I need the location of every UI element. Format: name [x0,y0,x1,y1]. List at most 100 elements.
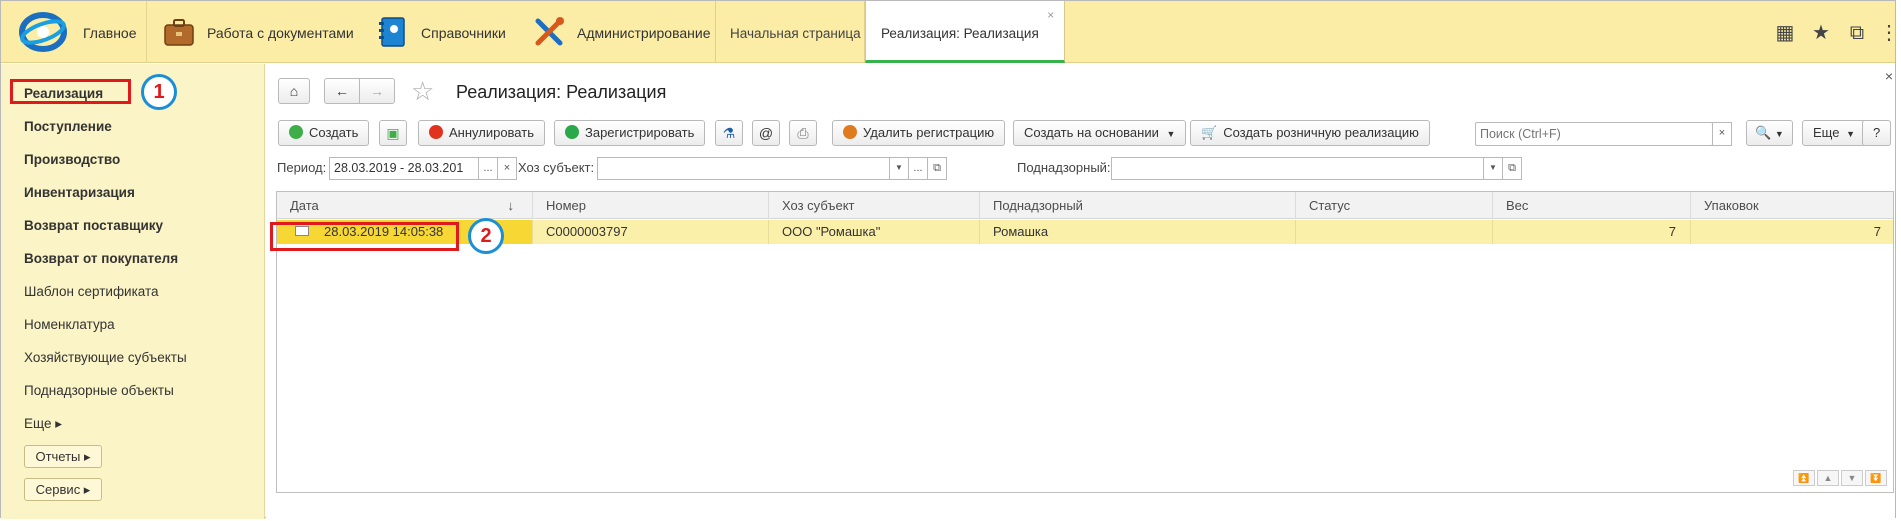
period-clear-icon[interactable]: × [497,157,517,180]
marker-box-1 [10,79,131,104]
supervised-field[interactable] [1111,157,1484,180]
row-number: C0000003797 [533,220,769,244]
section-catalogs[interactable]: Справочники [361,1,521,63]
back-button[interactable]: ← [324,78,360,104]
scroll-first-icon[interactable]: ⏫ [1793,470,1815,486]
sidebar-item-production[interactable]: Производство [24,152,120,167]
scroll-up-icon[interactable]: ▲ [1817,470,1839,486]
sidebar-item-inventory[interactable]: Инвентаризация [24,185,135,200]
home-label: Главное [83,25,137,41]
tab-close-icon[interactable]: × [1047,8,1054,22]
table-header: Дата ↓ Номер Хоз субъект Поднадзорный Ст… [277,192,1893,219]
column-subject[interactable]: Хоз субъект [769,192,980,219]
column-date-label: Дата [290,198,319,213]
main-content: × ⌂ ← → ☆ Реализация: Реализация Создать… [266,64,1895,519]
section-admin[interactable]: Администрирование [517,1,713,63]
book-icon [379,17,405,47]
page-title: Реализация: Реализация [456,82,667,102]
register-button-label: Зарегистрировать [585,125,695,140]
sidebar-item-more[interactable]: Еще ▸ [24,416,62,432]
sidebar-item-certificate-template[interactable]: Шаблон сертификата [24,284,159,299]
home-section[interactable]: Главное [1,1,147,63]
row-weight: 7 [1493,220,1691,244]
marker-badge-2: 2 [468,218,504,254]
sidebar-item-return-to-supplier[interactable]: Возврат поставщику [24,218,163,233]
subject-select-icon[interactable]: ... [908,157,928,180]
sidebar-item-receipt[interactable]: Поступление [24,119,112,134]
tab-home-page[interactable]: Начальная страница [715,1,865,63]
supervised-open-icon[interactable]: ⧉ [1502,157,1522,180]
history-icon[interactable]: ⧉ [1845,21,1869,45]
column-supervised[interactable]: Поднадзорный [980,192,1296,219]
create-retail-label: Создать розничную реализацию [1223,125,1419,140]
microscope-button[interactable]: ⚗ [715,120,743,146]
form-close-icon[interactable]: × [1885,68,1893,84]
section-documents[interactable]: Работа с документами [147,1,354,63]
section-admin-label: Администрирование [577,25,711,41]
more-actions-label: Еще [1813,125,1840,140]
sidebar-item-business-entities[interactable]: Хозяйствующие субъекты [24,350,187,365]
arrow-right-icon: → [370,83,384,99]
sidebar-item-nomenclature[interactable]: Номенклатура [24,317,115,332]
create-button-label: Создать [309,125,359,140]
briefcase-icon [164,19,194,46]
period-label: Период: [277,160,327,175]
help-button[interactable]: ? [1862,120,1892,146]
sidebar-item-return-from-buyer[interactable]: Возврат от покупателя [24,251,178,266]
subject-open-icon[interactable]: ⧉ [927,157,947,180]
column-date[interactable]: Дата ↓ [277,192,533,219]
tab-sales-realization-label: Реализация: Реализация [881,26,1039,41]
email-button[interactable]: @ [752,120,780,146]
add-to-favorites-star-icon[interactable]: ☆ [411,76,434,107]
subject-label: Хоз субъект: [518,160,595,175]
tab-home-page-label: Начальная страница [730,26,861,41]
forward-button[interactable]: → [359,78,395,104]
period-select-icon[interactable]: ... [478,157,498,180]
create-retail-button[interactable]: 🛒 Создать розничную реализацию [1190,120,1430,146]
more-actions-dropdown[interactable]: Еще ▼ [1802,120,1866,146]
cart-icon: 🛒 [1201,125,1218,140]
sidebar-item-supervised-objects[interactable]: Поднадзорные объекты [24,383,174,398]
column-number[interactable]: Номер [533,192,769,219]
table-row[interactable]: 28.03.2019 14:05:38 C0000003797 ООО "Ром… [277,220,1893,244]
apps-grid-icon[interactable]: ▦ [1773,21,1797,45]
service-button[interactable]: Сервис ▸ [24,478,102,501]
create-button[interactable]: Создать [278,120,370,146]
subject-dropdown-icon[interactable]: ▼ [889,157,909,180]
favorites-star-icon[interactable]: ★ [1809,21,1833,45]
period-field[interactable]: 28.03.2019 - 28.03.201 [329,157,479,180]
arrow-left-icon: ← [335,83,349,99]
search-input[interactable] [1475,122,1713,146]
top-navigation-bar: Главное Работа с документами Справочники [1,1,1899,63]
supervised-dropdown-icon[interactable]: ▼ [1483,157,1503,180]
copy-button[interactable]: ▣ [379,120,407,146]
create-based-on-dropdown[interactable]: Создать на основании ▼ [1013,120,1187,146]
reports-button[interactable]: Отчеты ▸ [24,445,102,468]
annul-button[interactable]: Аннулировать [418,120,545,146]
delete-registration-button[interactable]: Удалить регистрацию [832,120,1006,146]
column-status[interactable]: Статус [1296,192,1493,219]
create-based-on-label: Создать на основании [1024,125,1159,140]
window-frame: Главное Работа с документами Справочники [0,0,1899,519]
column-weight[interactable]: Вес [1493,192,1691,219]
search-button[interactable]: 🔍 ▼ [1746,120,1793,146]
more-caret-icon: ▼ [1846,129,1855,139]
row-supervised: Ромашка [980,220,1296,244]
tab-sales-realization[interactable]: Реализация: Реализация × [865,1,1065,63]
row-status [1296,220,1493,244]
subject-field[interactable] [597,157,890,180]
row-subject: ООО "Ромашка" [769,220,980,244]
scroll-last-icon[interactable]: ⏬ [1865,470,1887,486]
home-button[interactable]: ⌂ [278,78,310,104]
column-packages[interactable]: Упаковок [1691,192,1895,219]
at-icon: @ [758,125,774,141]
printer-icon: ⎙ [797,125,809,141]
more-vertical-icon[interactable]: ⋮ [1877,21,1901,45]
print-button[interactable]: ⎙ [789,120,817,146]
scroll-down-icon[interactable]: ▼ [1841,470,1863,486]
register-button[interactable]: Зарегистрировать [554,120,706,146]
section-catalogs-label: Справочники [421,25,506,41]
table-navigation: ⏫ ▲ ▼ ⏬ [1791,469,1887,486]
search-clear-icon[interactable]: × [1712,122,1732,146]
copy-document-icon: ▣ [386,125,400,141]
